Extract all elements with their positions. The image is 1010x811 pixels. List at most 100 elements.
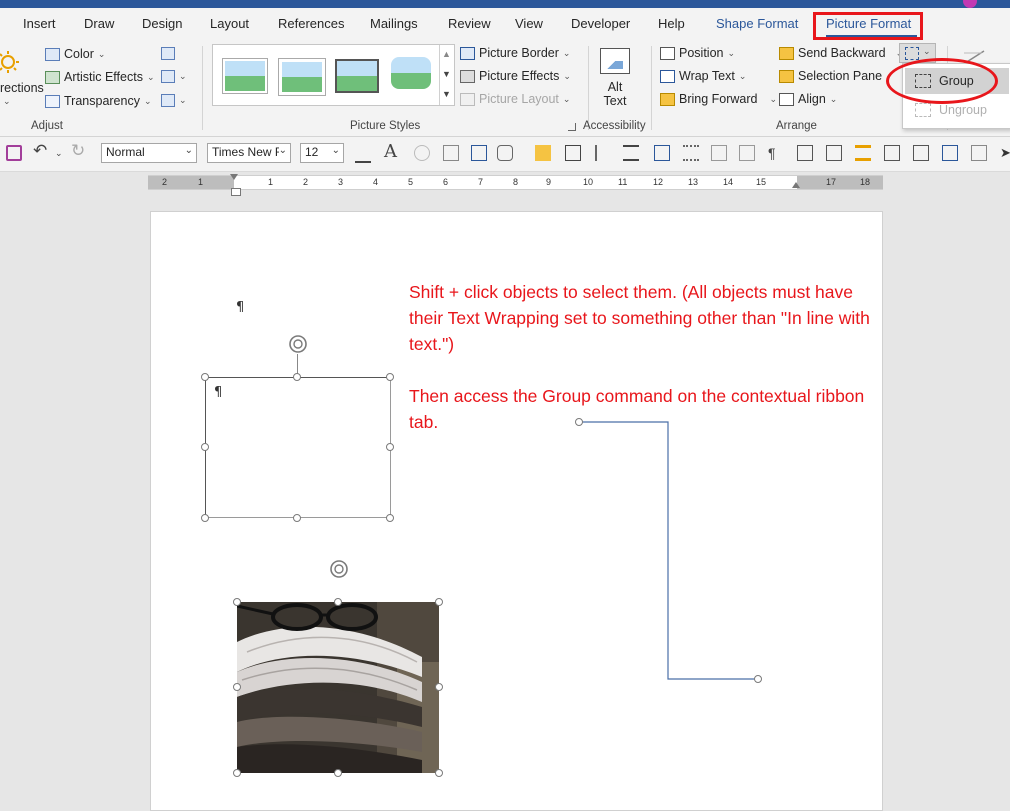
resize-handle[interactable]	[386, 443, 394, 451]
rectangle-shape[interactable]	[205, 377, 391, 518]
picture-effects-button[interactable]: Picture Effects ⌄	[460, 69, 571, 83]
resize-handle[interactable]	[233, 683, 241, 691]
cursor-icon[interactable]: ➤	[1000, 145, 1010, 161]
mail-icon[interactable]	[913, 145, 929, 161]
table-icon[interactable]	[565, 145, 581, 161]
hanging-indent-icon[interactable]	[231, 188, 241, 196]
line-spacing-icon[interactable]	[355, 145, 371, 163]
artistic-effects-button[interactable]: Artistic Effects ⌄	[45, 70, 155, 84]
text-effects-icon[interactable]: A	[384, 141, 400, 162]
show-formatting-icon[interactable]: ¶	[768, 145, 784, 161]
list-icon[interactable]	[623, 145, 639, 161]
books-picture[interactable]	[237, 602, 439, 773]
undo-dropdown-icon[interactable]: ⌄	[55, 148, 71, 164]
undo-icon[interactable]: ↶	[33, 141, 49, 160]
present-icon[interactable]	[884, 145, 900, 161]
chevron-down-icon: ⌄	[829, 93, 838, 104]
picture-style-thumb[interactable]	[335, 59, 379, 93]
tab-picture-format[interactable]: Picture Format	[826, 16, 911, 31]
font-size-combo[interactable]: 12 ⌄	[300, 143, 344, 163]
document-icon[interactable]	[443, 145, 459, 161]
tab-design[interactable]: Design	[142, 16, 182, 31]
font-combo[interactable]: Times New R ⌄	[207, 143, 291, 163]
picture-effects-label: Picture Effects	[479, 69, 560, 83]
tab-developer[interactable]: Developer	[571, 16, 630, 31]
right-indent-marker-icon[interactable]	[792, 182, 800, 188]
tab-view[interactable]: View	[515, 16, 543, 31]
picture-style-thumb[interactable]	[223, 59, 267, 93]
user-icon[interactable]	[971, 145, 987, 161]
highlight-icon[interactable]	[535, 145, 551, 161]
redo-icon[interactable]: ↻	[71, 141, 87, 160]
style-combo[interactable]: Normal ⌄	[101, 143, 197, 163]
compress-pictures-button[interactable]	[161, 47, 175, 60]
elbow-connector[interactable]	[575, 418, 767, 688]
save-icon[interactable]	[6, 145, 22, 161]
tab-insert[interactable]: Insert	[23, 16, 56, 31]
print-layout-icon[interactable]	[855, 145, 871, 161]
screenshot-icon[interactable]	[942, 145, 958, 161]
alt-text-button[interactable]: Alt Text	[596, 46, 634, 114]
align-button[interactable]: Align ⌄	[779, 92, 837, 106]
rotate-handle-icon[interactable]	[287, 333, 309, 355]
wrap-text-button[interactable]: Wrap Text ⌄	[660, 69, 746, 83]
resize-handle[interactable]	[435, 683, 443, 691]
send-backward-button[interactable]: Send Backward⌄	[779, 46, 903, 60]
resize-handle[interactable]	[201, 373, 209, 381]
horizontal-ruler[interactable]: 2 1 1 2 3 4 5 6 7 8 9 10 11 12 13 14 15 …	[148, 174, 883, 190]
dialog-launcher-icon[interactable]	[568, 123, 576, 131]
resize-handle[interactable]	[293, 373, 301, 381]
resize-handle[interactable]	[201, 443, 209, 451]
picture-style-thumb[interactable]	[279, 59, 325, 95]
corrections-sun-icon[interactable]	[0, 50, 20, 74]
paragraph-mark: ¶	[236, 300, 245, 315]
reset-picture-button[interactable]: ⌄	[161, 94, 187, 107]
new-page-icon[interactable]	[797, 145, 813, 161]
transparency-button[interactable]: Transparency ⌄	[45, 94, 152, 108]
tab-draw[interactable]: Draw	[84, 16, 114, 31]
picture-border-button[interactable]: Picture Border ⌄	[460, 46, 570, 60]
text-box-icon[interactable]	[471, 145, 487, 161]
corrections-button[interactable]: rections	[0, 81, 44, 95]
gallery-more-icon[interactable]: ▼	[442, 89, 451, 99]
open-icon[interactable]	[826, 145, 842, 161]
tab-layout[interactable]: Layout	[210, 16, 249, 31]
resize-handle[interactable]	[435, 598, 443, 606]
tab-review[interactable]: Review	[448, 16, 491, 31]
tab-references[interactable]: References	[278, 16, 344, 31]
touch-mode-icon[interactable]	[497, 145, 513, 161]
tab-help[interactable]: Help	[658, 16, 685, 31]
bring-forward-button[interactable]: Bring Forward ⌄	[660, 92, 777, 106]
gallery-up-icon[interactable]: ▲	[442, 49, 451, 59]
color-button[interactable]: Color ⌄	[45, 47, 105, 61]
resize-handle[interactable]	[233, 598, 241, 606]
tab-shape-format[interactable]: Shape Format	[716, 16, 798, 31]
resize-handle[interactable]	[201, 514, 209, 522]
circle-icon[interactable]	[414, 145, 430, 161]
selection-pane-button[interactable]: Selection Pane	[779, 69, 882, 83]
change-picture-button[interactable]: ⌄	[161, 70, 187, 83]
resize-handle[interactable]	[386, 373, 394, 381]
gallery-down-icon[interactable]: ▼	[442, 69, 451, 79]
position-button[interactable]: Position ⌄	[660, 46, 735, 60]
check-document-icon[interactable]	[654, 145, 670, 161]
bullets-icon[interactable]	[683, 145, 699, 161]
copy-icon[interactable]	[711, 145, 727, 161]
paste-icon[interactable]	[739, 145, 755, 161]
tab-mailings[interactable]: Mailings	[370, 16, 418, 31]
sort-icon[interactable]	[595, 145, 613, 161]
connector-end-handle[interactable]	[754, 675, 762, 683]
rotate-handle-icon[interactable]	[328, 558, 350, 580]
resize-handle[interactable]	[233, 769, 241, 777]
indent-marker-icon[interactable]	[230, 174, 238, 180]
resize-handle[interactable]	[293, 514, 301, 522]
resize-handle[interactable]	[435, 769, 443, 777]
connector-start-handle[interactable]	[575, 418, 583, 426]
resize-handle[interactable]	[334, 769, 342, 777]
corrections-chevron-icon[interactable]: ⌄	[3, 96, 11, 107]
gallery-scroll[interactable]: ▲ ▼ ▼	[439, 45, 454, 105]
picture-style-thumb[interactable]	[391, 57, 431, 89]
resize-handle[interactable]	[334, 598, 342, 606]
resize-handle[interactable]	[386, 514, 394, 522]
picture-styles-gallery[interactable]: ▲ ▼ ▼	[212, 44, 455, 106]
